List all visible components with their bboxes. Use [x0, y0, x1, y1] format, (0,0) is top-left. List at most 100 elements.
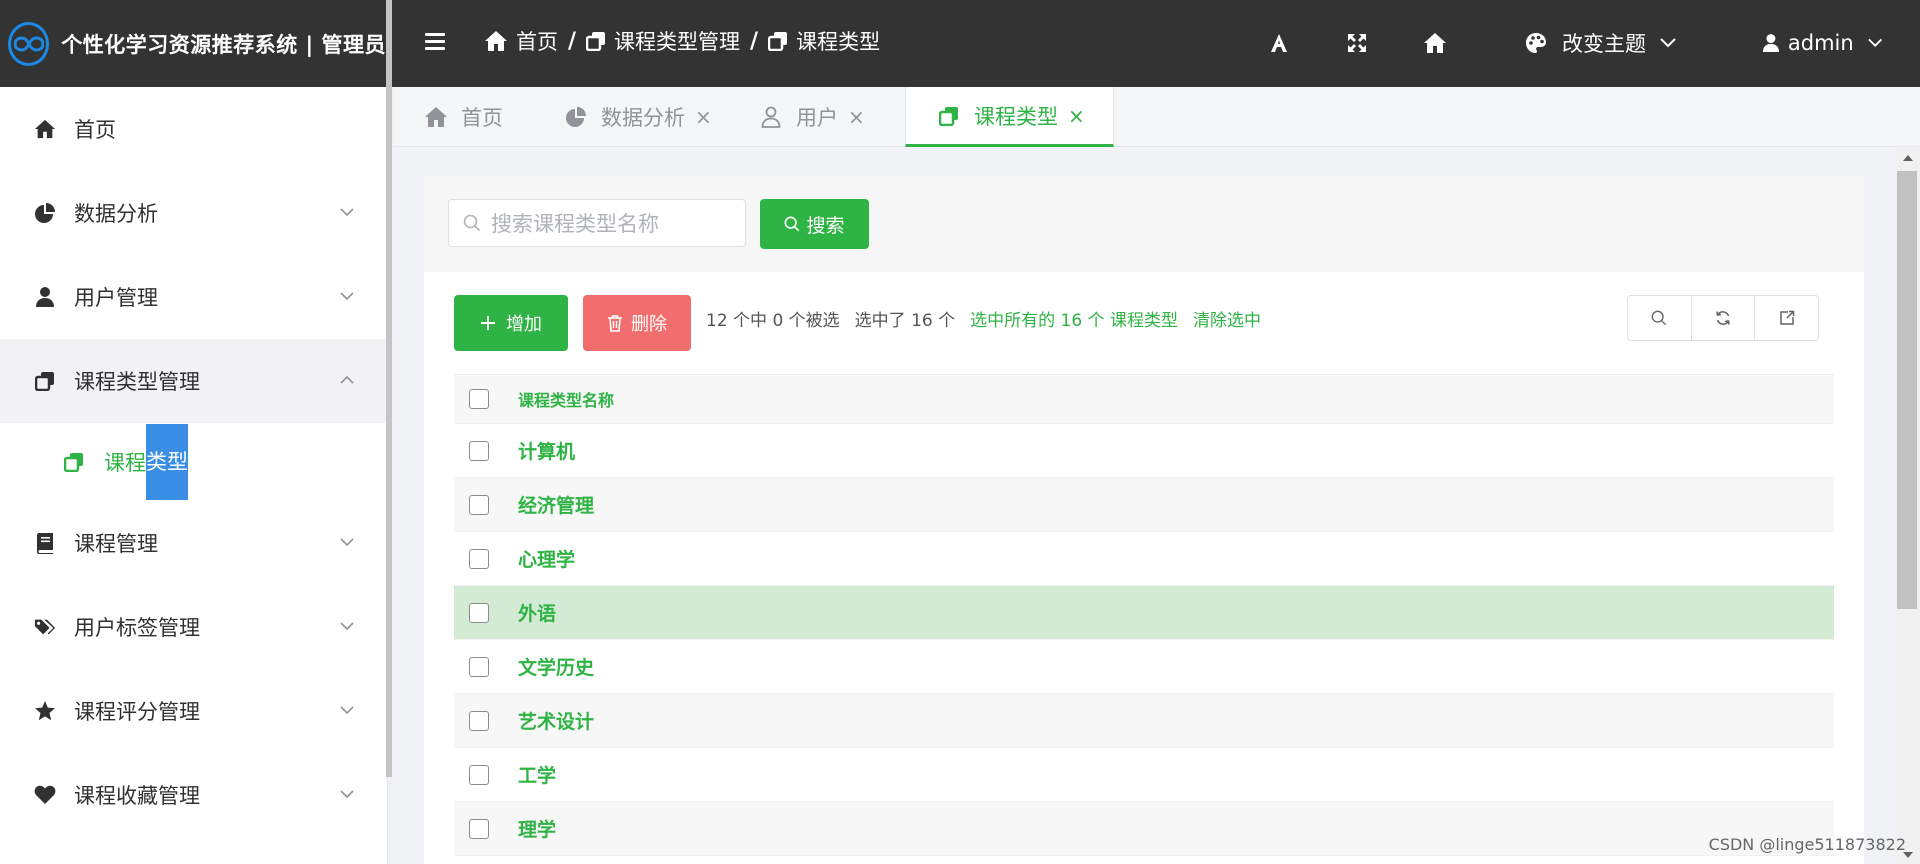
chevron-down-icon	[1660, 38, 1676, 48]
search-icon	[785, 216, 800, 232]
search-icon	[463, 214, 481, 232]
course-type-name-link[interactable]: 艺术设计	[518, 707, 594, 734]
clear-selection-link[interactable]: 清除选中	[1193, 306, 1261, 331]
user-icon	[1762, 34, 1779, 52]
course-type-name-link[interactable]: 外语	[518, 599, 556, 626]
copy-icon	[64, 451, 86, 473]
row-checkbox[interactable]	[469, 602, 489, 623]
sidebar-item-user-mgmt[interactable]: 用户管理	[0, 255, 386, 339]
user-menu-dropdown[interactable]: admin	[1762, 26, 1882, 60]
search-button[interactable]: 搜索	[760, 199, 869, 249]
copy-icon	[34, 370, 56, 392]
sidebar-scrollbar[interactable]	[386, 0, 392, 777]
select-all-link[interactable]: 选中所有的 16 个 课程类型	[970, 306, 1178, 331]
search-icon	[1651, 310, 1667, 326]
table-row[interactable]: 经济管理	[454, 478, 1834, 532]
sidebar-item-home[interactable]: 首页	[0, 87, 386, 171]
table-row[interactable]: 艺术设计	[454, 694, 1834, 748]
chevron-up-icon	[340, 375, 354, 384]
sidebar-subitem-course-type[interactable]: 课程 类型	[0, 423, 386, 501]
row-checkbox[interactable]	[469, 656, 489, 677]
table-row[interactable]: 心理学	[454, 532, 1834, 586]
add-button[interactable]: 增加	[454, 295, 568, 351]
breadcrumb-separator: /	[568, 28, 577, 54]
change-theme-dropdown[interactable]: 改变主题	[1524, 26, 1684, 60]
selection-info: 12 个中 0 个被选 选中了 16 个 选中所有的 16 个 课程类型 清除选…	[706, 303, 1276, 333]
palette-icon	[1526, 33, 1546, 53]
sidebar-subitem-label: 课程	[104, 451, 146, 475]
close-icon[interactable]: ×	[848, 105, 865, 129]
course-type-name-link[interactable]: 理学	[518, 815, 556, 842]
row-checkbox[interactable]	[469, 764, 489, 785]
heart-icon	[34, 784, 56, 806]
scrollbar-thumb[interactable]	[1897, 171, 1917, 609]
row-checkbox[interactable]	[469, 440, 489, 461]
row-checkbox[interactable]	[469, 494, 489, 515]
course-type-name-link[interactable]: 心理学	[518, 545, 575, 572]
sidebar-item-course-favorite-mgmt[interactable]: 课程收藏管理	[0, 753, 386, 837]
search-placeholder: 搜索课程类型名称	[491, 212, 659, 236]
table-row[interactable]: 计算机	[454, 424, 1834, 478]
copy-icon	[768, 32, 788, 51]
sidebar-item-course-rating-mgmt[interactable]: 课程评分管理	[0, 669, 386, 753]
book-icon	[34, 532, 56, 554]
chevron-down-icon	[340, 208, 354, 217]
table-row[interactable]: 工学	[454, 748, 1834, 802]
search-bar: 搜索课程类型名称 搜索	[424, 176, 1864, 272]
table-row-hovered[interactable]: 外语	[454, 586, 1834, 640]
selection-count: 12 个中 0 个被选	[706, 310, 840, 331]
tab-user[interactable]: 用户 ×	[728, 87, 898, 147]
pie-chart-icon	[34, 202, 56, 224]
course-type-name-link[interactable]: 经济管理	[518, 491, 594, 518]
course-type-name-link[interactable]: 计算机	[518, 437, 575, 464]
delete-button[interactable]: 删除	[583, 295, 691, 351]
infinity-logo-icon	[8, 21, 50, 66]
table-row[interactable]: 文学历史	[454, 640, 1834, 694]
refresh-button[interactable]	[1692, 296, 1756, 340]
table-row[interactable]: 理学	[454, 802, 1834, 856]
course-type-name-link[interactable]: 文学历史	[518, 653, 594, 680]
table-header-row: 课程类型名称	[454, 374, 1834, 424]
main-scrollbar[interactable]	[1895, 147, 1920, 864]
toggle-search-button[interactable]	[1628, 296, 1692, 340]
sidebar-item-course-type-mgmt[interactable]: 课程类型管理	[0, 339, 386, 423]
home-icon	[485, 31, 507, 51]
chevron-down-icon	[340, 538, 354, 547]
tab-data-analysis[interactable]: 数据分析 ×	[533, 87, 728, 147]
home-icon	[34, 118, 56, 140]
row-checkbox[interactable]	[469, 548, 489, 569]
course-type-name-link[interactable]: 工学	[518, 761, 556, 788]
sidebar-item-user-tag-mgmt[interactable]: 用户标签管理	[0, 585, 386, 669]
tab-home[interactable]: 首页	[393, 87, 533, 147]
export-icon	[1779, 310, 1794, 325]
row-checkbox[interactable]	[469, 710, 489, 731]
menu-toggle-icon[interactable]	[421, 29, 449, 57]
selected-count: 选中了 16 个	[854, 310, 956, 331]
table-tools	[1627, 295, 1819, 341]
fullscreen-button[interactable]	[1342, 26, 1372, 60]
tab-bar: 首页 数据分析 × 用户 × 课程类型 ×	[393, 87, 1920, 147]
close-icon[interactable]: ×	[1068, 104, 1085, 128]
select-all-checkbox[interactable]	[469, 389, 489, 409]
scroll-up-arrow-icon[interactable]	[1903, 155, 1913, 161]
column-header-course-type-name[interactable]: 课程类型名称	[518, 387, 614, 411]
brand-title: 个性化学习资源推荐系统 | 管理员	[61, 32, 386, 57]
font-icon	[1271, 34, 1287, 52]
breadcrumb-item-course-type-mgmt[interactable]: 课程类型管理	[586, 26, 740, 56]
sidebar-item-data-analysis[interactable]: 数据分析	[0, 171, 386, 255]
sidebar: 首页 数据分析 用户管理 课程类型管理 课程 类型 课程管理 用户标签管理 课程评…	[0, 87, 388, 864]
home-icon	[1424, 33, 1446, 53]
export-button[interactable]	[1755, 296, 1818, 340]
chevron-down-icon	[340, 790, 354, 799]
breadcrumb-item-home[interactable]: 首页	[484, 26, 558, 56]
tab-course-type[interactable]: 课程类型 ×	[905, 87, 1114, 147]
copy-icon	[586, 32, 606, 51]
chevron-down-icon	[1867, 38, 1882, 47]
sidebar-item-course-mgmt[interactable]: 课程管理	[0, 501, 386, 585]
search-input[interactable]: 搜索课程类型名称	[448, 199, 746, 247]
breadcrumb-item-course-type[interactable]: 课程类型	[768, 26, 880, 56]
font-size-button[interactable]	[1264, 26, 1294, 60]
close-icon[interactable]: ×	[695, 105, 712, 129]
row-checkbox[interactable]	[469, 818, 489, 839]
home-button[interactable]	[1420, 26, 1450, 60]
